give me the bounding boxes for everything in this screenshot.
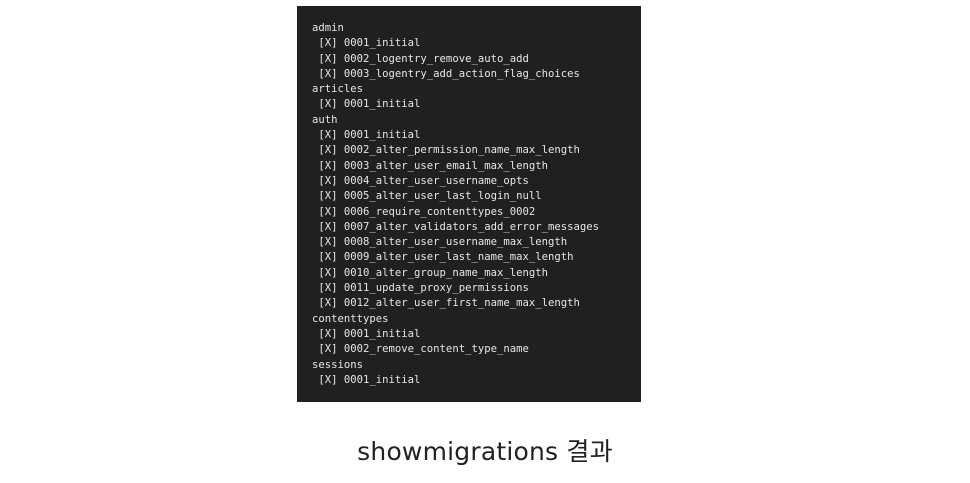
migration-line: [X] 0001_initial: [312, 327, 421, 340]
migration-line: [X] 0006_require_contenttypes_0002: [312, 205, 536, 218]
migration-line: [X] 0002_remove_content_type_name: [312, 343, 529, 356]
app-label-line: sessions: [312, 358, 364, 371]
migration-line: [X] 0001_initial: [312, 37, 421, 50]
migration-line: [X] 0003_alter_user_email_max_length: [312, 159, 548, 172]
migration-line: [X] 0001_initial: [312, 129, 421, 142]
app-label-line: contenttypes: [312, 312, 389, 325]
migration-line: [X] 0012_alter_user_first_name_max_lengt…: [312, 297, 580, 310]
terminal-lines: admin [X] 0001_initial [X] 0002_logentry…: [312, 21, 641, 388]
migration-line: [X] 0001_initial: [312, 373, 421, 386]
app-label-line: articles: [312, 83, 364, 96]
terminal-output-screenshot: admin [X] 0001_initial [X] 0002_logentry…: [297, 6, 641, 402]
app-label-line: auth: [312, 113, 338, 126]
migration-line: [X] 0010_alter_group_name_max_length: [312, 266, 548, 279]
migration-line: [X] 0003_logentry_add_action_flag_choice…: [312, 67, 580, 80]
migration-line: [X] 0005_alter_user_last_login_null: [312, 190, 542, 203]
migration-line: [X] 0002_alter_permission_name_max_lengt…: [312, 144, 580, 157]
migration-line: [X] 0008_alter_user_username_max_length: [312, 236, 568, 249]
migration-line: [X] 0004_alter_user_username_opts: [312, 174, 529, 187]
migration-line: [X] 0007_alter_validators_add_error_mess…: [312, 220, 600, 233]
migration-line: [X] 0011_update_proxy_permissions: [312, 282, 529, 295]
migration-line: [X] 0009_alter_user_last_name_max_length: [312, 251, 574, 264]
migration-line: [X] 0002_logentry_remove_auto_add: [312, 52, 529, 65]
figure-caption: showmigrations 결과: [357, 437, 613, 466]
app-label-line: admin: [312, 22, 344, 34]
migration-line: [X] 0001_initial: [312, 98, 421, 111]
